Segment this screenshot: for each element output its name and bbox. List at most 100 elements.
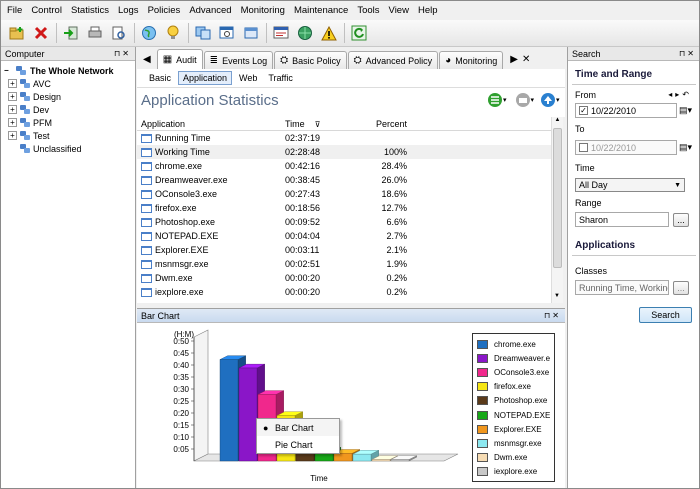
column-percent[interactable]: Percent <box>335 119 407 129</box>
menu-item-bar-chart[interactable]: ● Bar Chart <box>257 419 339 436</box>
expand-icon[interactable]: + <box>8 79 17 88</box>
delete-icon[interactable] <box>31 23 51 43</box>
cell-time: 00:18:56 <box>285 203 321 213</box>
menu-tools[interactable]: Tools <box>357 5 379 16</box>
idea-icon[interactable] <box>163 23 183 43</box>
expand-icon[interactable]: + <box>8 92 17 101</box>
chevron-down-icon[interactable]: ▾ <box>503 96 507 104</box>
search-window-icon[interactable] <box>217 23 237 43</box>
new-folder-icon[interactable] <box>7 23 27 43</box>
tree-group-avc[interactable]: + AVC <box>4 77 135 90</box>
sort-up-icon[interactable] <box>540 92 556 108</box>
table-row[interactable]: Running Time 02:37:19 <box>137 131 551 145</box>
export-icon[interactable] <box>487 92 503 108</box>
collapse-icon[interactable]: − <box>4 66 15 75</box>
y-tick-label: 0:35 <box>173 373 189 382</box>
expand-icon[interactable]: + <box>8 131 17 140</box>
legend-item: Photoshop.exe <box>477 394 554 408</box>
range-browse-button[interactable]: ... <box>673 212 689 227</box>
table-row[interactable]: Dreamweaver.exe 00:38:45 26.0% <box>137 173 551 187</box>
menu-help[interactable]: Help <box>418 5 438 16</box>
search-button[interactable]: Search <box>639 307 692 323</box>
from-date-checkbox[interactable]: ✓ <box>579 106 588 115</box>
expand-icon[interactable]: + <box>8 105 17 114</box>
time-select[interactable]: All Day ▼ <box>575 178 685 192</box>
menu-monitoring[interactable]: Monitoring <box>241 5 285 16</box>
tab-scroll-left-icon[interactable]: ◀ <box>143 54 151 65</box>
table-row[interactable]: Photoshop.exe 00:09:52 6.6% <box>137 215 551 229</box>
legend-item: iexplore.exe <box>477 465 554 479</box>
subtab-application[interactable]: Application <box>178 71 233 85</box>
legend-swatch <box>477 467 488 477</box>
table-row[interactable]: firefox.exe 00:18:56 12.7% <box>137 201 551 215</box>
tree-group-pfm[interactable]: + PFM <box>4 116 135 129</box>
menu-maintenance[interactable]: Maintenance <box>294 5 348 16</box>
chevron-down-icon: ▼ <box>674 181 681 189</box>
globe-icon[interactable] <box>139 23 159 43</box>
table-row[interactable]: Working Time 02:28:48 100% <box>137 145 551 159</box>
table-row[interactable]: iexplore.exe 00:00:20 0.2% <box>137 285 551 299</box>
menu-advanced[interactable]: Advanced <box>189 5 231 16</box>
table-row[interactable]: Explorer.EXE 00:03:11 2.1% <box>137 243 551 257</box>
expand-icon[interactable]: + <box>8 118 17 127</box>
range-field[interactable]: Sharon <box>575 212 669 227</box>
close-icon[interactable]: ✕ <box>552 311 561 320</box>
globe-network-icon[interactable] <box>295 23 315 43</box>
column-time[interactable]: Time ⊽ <box>285 119 335 129</box>
print-preview-icon[interactable] <box>109 23 129 43</box>
menu-item-pie-chart[interactable]: Pie Chart <box>257 436 339 453</box>
tab-scroll-right-icon[interactable]: ▶ <box>510 54 518 65</box>
tree-group-unclassified[interactable]: Unclassified <box>4 142 135 155</box>
close-icon[interactable]: ✕ <box>122 49 131 58</box>
print-icon[interactable] <box>515 92 531 108</box>
copy-icon[interactable] <box>193 23 213 43</box>
table-scrollbar[interactable]: ▲ ▼ <box>551 117 563 303</box>
chevron-down-icon[interactable]: ▾ <box>556 96 560 104</box>
subtab-web[interactable]: Web <box>235 72 261 84</box>
from-date-field[interactable]: ✓ 10/22/2010 <box>575 103 677 118</box>
tab-advanced-policy[interactable]: ⛭ Advanced Policy <box>347 51 439 69</box>
table-row[interactable]: chrome.exe 00:42:16 28.4% <box>137 159 551 173</box>
menu-statistics[interactable]: Statistics <box>71 5 109 16</box>
classes-browse-button[interactable]: ... <box>673 280 689 295</box>
table-row[interactable]: msnmsgr.exe 00:02:51 1.9% <box>137 257 551 271</box>
menu-policies[interactable]: Policies <box>148 5 181 16</box>
tab-events-log[interactable]: ≣ Events Log <box>203 51 274 69</box>
print-icon[interactable] <box>85 23 105 43</box>
subtab-traffic[interactable]: Traffic <box>264 72 297 84</box>
tab-basic-policy[interactable]: ⛭ Basic Policy <box>274 51 347 69</box>
to-date-field[interactable]: 10/22/2010 <box>575 140 677 155</box>
scrollbar-thumb[interactable] <box>553 128 562 268</box>
menu-logs[interactable]: Logs <box>118 5 139 16</box>
to-date-checkbox[interactable] <box>579 143 588 152</box>
subtab-basic[interactable]: Basic <box>145 72 175 84</box>
window-icon[interactable] <box>241 23 261 43</box>
tree-group-dev[interactable]: + Dev <box>4 103 135 116</box>
close-icon[interactable]: ✕ <box>522 54 530 65</box>
calendar-icon[interactable]: ▤▾ <box>679 142 692 153</box>
login-icon[interactable] <box>61 23 81 43</box>
table-row[interactable]: Dwm.exe 00:00:20 0.2% <box>137 271 551 285</box>
tree-root[interactable]: − The Whole Network <box>4 64 135 77</box>
tab-audit[interactable]: ▦ Audit <box>156 49 203 69</box>
network-icon[interactable] <box>271 23 291 43</box>
tree-group-design[interactable]: + Design <box>4 90 135 103</box>
chevron-down-icon[interactable]: ▾ <box>531 96 535 104</box>
menu-file[interactable]: File <box>7 5 22 16</box>
audit-subtabs: Basic Application Web Traffic <box>137 69 565 88</box>
menu-view[interactable]: View <box>389 5 409 16</box>
undo-icon[interactable]: ↶ <box>682 90 692 99</box>
warning-icon[interactable] <box>319 23 339 43</box>
tab-monitoring[interactable]: ◕ Monitoring <box>439 51 504 69</box>
close-icon[interactable]: ✕ <box>687 49 696 58</box>
refresh-icon[interactable] <box>349 23 369 43</box>
menu-control[interactable]: Control <box>31 5 62 16</box>
tree-group-test[interactable]: + Test <box>4 129 135 142</box>
calendar-icon[interactable]: ▤▾ <box>679 105 692 116</box>
table-row[interactable]: NOTEPAD.EXE 00:04:04 2.7% <box>137 229 551 243</box>
table-row[interactable]: OConsole3.exe 00:27:43 18.6% <box>137 187 551 201</box>
application-icon <box>141 245 152 255</box>
application-icon <box>141 203 152 213</box>
column-application[interactable]: Application <box>137 119 285 129</box>
classes-field[interactable]: Running Time, Working <box>575 280 669 295</box>
